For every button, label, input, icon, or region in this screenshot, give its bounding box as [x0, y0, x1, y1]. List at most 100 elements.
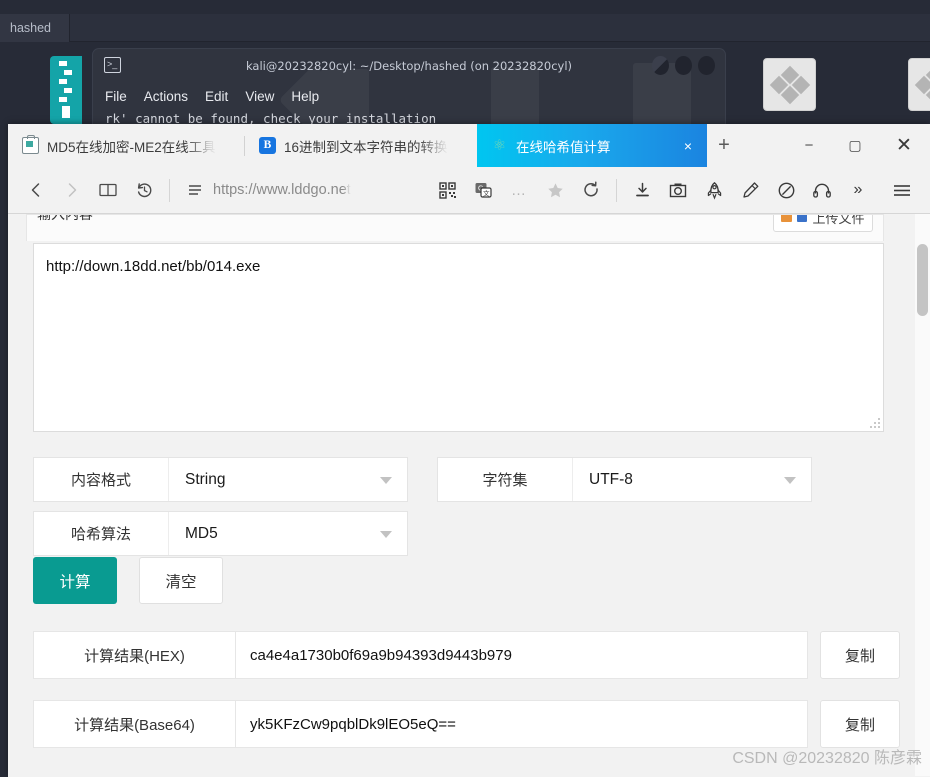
terminal-menu-actions[interactable]: Actions	[144, 89, 188, 104]
headphones-icon[interactable]	[804, 172, 840, 208]
forward-button[interactable]	[54, 172, 90, 208]
window-maximize-button[interactable]: ▢	[832, 124, 878, 167]
chevron-down-icon	[784, 476, 796, 484]
upload-file-label: 上传文件	[812, 214, 865, 226]
toolbar-overflow-icon[interactable]: »	[840, 172, 876, 208]
clear-button[interactable]: 清空	[139, 557, 223, 604]
site-menu-icon[interactable]	[177, 172, 213, 208]
address-bar[interactable]: https://www.lddgo.net	[213, 182, 429, 198]
upload-file-button[interactable]: 上传文件	[773, 214, 873, 232]
terminal-close-button[interactable]	[698, 56, 715, 75]
taskbar-window-button[interactable]: hashed	[0, 14, 70, 42]
terminal-window[interactable]: >_ kali@20232820cyl: ~/Desktop/hashed (o…	[92, 48, 726, 126]
address-bar-url: https://www.lddgo.net	[213, 182, 351, 198]
browser-tab-hash-calculator[interactable]: ⚛ 在线哈希值计算 ×	[477, 124, 707, 167]
copy-button-hex[interactable]: 复制	[820, 631, 900, 679]
new-tab-button[interactable]: +	[707, 124, 741, 167]
action-button-row: 计算 清空	[33, 557, 223, 604]
bookmark-star-icon[interactable]	[537, 172, 573, 208]
overflow-chevrons: »	[853, 181, 863, 198]
chevron-down-icon	[380, 530, 392, 538]
rocket-icon[interactable]	[696, 172, 732, 208]
select-value-content-format: String	[185, 470, 226, 488]
back-button[interactable]	[18, 172, 54, 208]
input-card-header: 输入内容 上传文件	[26, 214, 884, 241]
md5-tool-icon	[22, 135, 39, 154]
ink-marker-icon[interactable]	[732, 172, 768, 208]
field-hash-algorithm[interactable]: 哈希算法 MD5	[33, 511, 408, 556]
page-scrollbar-thumb[interactable]	[917, 244, 928, 316]
terminal-menu-help[interactable]: Help	[291, 89, 319, 104]
terminal-minimize-button[interactable]	[652, 56, 669, 75]
compass-icon[interactable]	[768, 172, 804, 208]
page-content: 输入内容 上传文件 http://down.18dd.net/bb/014.ex…	[8, 214, 930, 776]
field-label-content-format: 内容格式	[34, 458, 169, 501]
window-close-button[interactable]: ✕	[878, 124, 930, 167]
chevron-down-icon	[380, 476, 392, 484]
field-label-charset: 字符集	[438, 458, 573, 501]
taskbar-window-label: hashed	[10, 21, 52, 35]
input-section-label: 输入内容	[37, 214, 93, 222]
browser-tab-hex2text[interactable]: B 16进制到文本字符串的转换	[245, 124, 477, 167]
desktop-icon-2[interactable]	[908, 58, 930, 111]
download-icon[interactable]	[624, 172, 660, 208]
browser-window: MD5在线加密-ME2在线工具 B 16进制到文本字符串的转换 ⚛ 在线哈希值计…	[8, 124, 930, 777]
reload-icon[interactable]	[573, 172, 609, 208]
field-charset[interactable]: 字符集 UTF-8	[437, 457, 812, 502]
terminal-maximize-button[interactable]	[675, 56, 692, 75]
terminal-prompt-icon: >_	[104, 57, 121, 73]
svg-text:文: 文	[483, 188, 490, 197]
desktop-taskbar	[0, 14, 930, 42]
browser-tab-md5[interactable]: MD5在线加密-ME2在线工具	[8, 124, 244, 167]
desktop-icon-1[interactable]	[763, 58, 816, 111]
b-letter-icon: B	[259, 137, 276, 154]
toolbar-divider	[169, 178, 170, 202]
upload-icon-2	[797, 215, 808, 222]
upload-icon	[781, 215, 793, 222]
result-label-base64: 计算结果(Base64)	[33, 700, 236, 748]
camera-icon[interactable]	[660, 172, 696, 208]
reading-list-icon[interactable]	[90, 172, 126, 208]
terminal-window-buttons[interactable]	[652, 56, 715, 75]
toolbar-divider-2	[616, 178, 617, 202]
copy-button-base64[interactable]: 复制	[820, 700, 900, 748]
field-content-format[interactable]: 内容格式 String	[33, 457, 408, 502]
translate-icon[interactable]: G 文	[465, 172, 501, 208]
terminal-menu-file[interactable]: File	[105, 89, 127, 104]
terminal-menubar[interactable]: File Actions Edit View Help	[93, 83, 725, 109]
select-value-charset: UTF-8	[589, 470, 633, 488]
hash-network-icon: ⚛	[492, 137, 507, 154]
browser-tab-label: 16进制到文本字符串的转换	[284, 139, 448, 155]
diamond-icon	[914, 75, 930, 94]
terminal-menu-edit[interactable]: Edit	[205, 89, 228, 104]
more-options-icon[interactable]: …	[501, 172, 537, 208]
result-label-hex: 计算结果(HEX)	[33, 631, 236, 679]
result-value-base64[interactable]: yk5KFzCw9pqblDk9lEO5eQ==	[236, 700, 808, 748]
watermark-text: CSDN @20232820 陈彦霖	[732, 750, 922, 767]
select-content-format[interactable]: String	[169, 458, 407, 501]
hamburger-menu-icon[interactable]	[884, 172, 920, 208]
browser-tab-label: MD5在线加密-ME2在线工具	[47, 139, 216, 155]
window-controls: − ▢ ✕	[786, 124, 930, 167]
textarea-resize-grip[interactable]	[869, 417, 880, 428]
terminal-titlebar[interactable]: >_ kali@20232820cyl: ~/Desktop/hashed (o…	[93, 49, 725, 83]
browser-tab-label: 在线哈希值计算	[516, 139, 611, 155]
window-minimize-button[interactable]: −	[786, 124, 832, 167]
content-textarea[interactable]: http://down.18dd.net/bb/014.exe	[33, 243, 884, 432]
more-dots: …	[511, 181, 527, 199]
result-value-hex[interactable]: ca4e4a1730b0f69a9b94393d9443b979	[236, 631, 808, 679]
content-textarea-value: http://down.18dd.net/bb/014.exe	[46, 258, 261, 275]
terminal-title: kali@20232820cyl: ~/Desktop/hashed (on 2…	[245, 59, 573, 73]
select-hash-algorithm[interactable]: MD5	[169, 512, 407, 555]
calculate-button[interactable]: 计算	[33, 557, 117, 604]
select-charset[interactable]: UTF-8	[573, 458, 811, 501]
history-icon[interactable]	[126, 172, 162, 208]
tab-close-icon[interactable]: ×	[679, 137, 697, 155]
page-scrollbar-track[interactable]	[915, 214, 930, 776]
select-value-hash-algorithm: MD5	[185, 524, 218, 542]
browser-tabstrip: MD5在线加密-ME2在线工具 B 16进制到文本字符串的转换 ⚛ 在线哈希值计…	[8, 124, 930, 167]
result-row-base64: 计算结果(Base64) yk5KFzCw9pqblDk9lEO5eQ== 复制	[33, 700, 900, 748]
terminal-sidebar-accent	[50, 56, 82, 124]
terminal-menu-view[interactable]: View	[245, 89, 274, 104]
qrcode-icon[interactable]	[429, 172, 465, 208]
